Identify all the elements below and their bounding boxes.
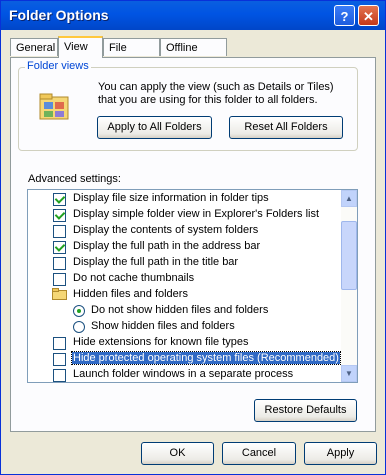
folder-views-description: You can apply the view (such as Details … [98, 81, 334, 106]
checkbox-separate-process[interactable] [53, 369, 66, 382]
title-bar[interactable]: Folder Options ? ✕ [1, 1, 385, 30]
tab-general[interactable]: General [10, 38, 58, 56]
setting-label: Do not cache thumbnails [73, 272, 195, 284]
apply-to-all-folders-button[interactable]: Apply to All Folders [97, 116, 212, 139]
restore-defaults-button[interactable]: Restore Defaults [254, 399, 357, 422]
setting-label: Launch folder windows in a separate proc… [73, 368, 294, 380]
advanced-settings-list[interactable]: Display file size information in folder … [27, 189, 358, 383]
setting-hidden-files-group: Hidden files and folders [28, 287, 342, 303]
reset-all-folders-button[interactable]: Reset All Folders [229, 116, 343, 139]
setting-show-hidden[interactable]: Show hidden files and folders [28, 319, 342, 335]
close-button[interactable]: ✕ [358, 5, 379, 26]
setting-hide-protected-files[interactable]: Hide protected operating system files (R… [28, 351, 342, 367]
help-button[interactable]: ? [334, 5, 355, 26]
checkbox-system-folder-contents[interactable] [53, 225, 66, 238]
radio-show-hidden[interactable] [73, 321, 85, 333]
checkbox-full-path-title-bar[interactable] [53, 257, 66, 270]
window-title: Folder Options [9, 7, 109, 23]
setting-system-folder-contents[interactable]: Display the contents of system folders [28, 223, 342, 239]
setting-do-not-show-hidden[interactable]: Do not show hidden files and folders [28, 303, 342, 319]
folder-views-icon [39, 93, 69, 120]
checkbox-no-cache-thumbnails[interactable] [53, 273, 66, 286]
advanced-settings-label: Advanced settings: [28, 173, 121, 185]
setting-hide-extensions[interactable]: Hide extensions for known file types [28, 335, 342, 351]
setting-label: Display the full path in the title bar [73, 256, 239, 268]
setting-label: Display file size information in folder … [73, 192, 269, 204]
setting-label-highlighted: Hide protected operating system files (R… [71, 351, 341, 365]
folder-views-legend: Folder views [25, 60, 91, 72]
tab-view[interactable]: View [58, 36, 103, 58]
setting-label: Display simple folder view in Explorer's… [73, 208, 320, 220]
setting-label: Show hidden files and folders [91, 320, 235, 332]
setting-label: Do not show hidden files and folders [91, 304, 269, 316]
setting-separate-process[interactable]: Launch folder windows in a separate proc… [28, 367, 342, 382]
ok-button[interactable]: OK [141, 442, 214, 465]
apply-button[interactable]: Apply [304, 442, 377, 465]
setting-file-size-tips[interactable]: Display file size information in folder … [28, 191, 342, 207]
scroll-thumb[interactable] [341, 221, 357, 290]
setting-label: Hide extensions for known file types [73, 336, 249, 348]
scroll-down-icon[interactable]: ▼ [341, 365, 357, 382]
tab-offline-files[interactable]: Offline Files [160, 38, 227, 72]
scroll-up-icon[interactable]: ▲ [341, 190, 357, 207]
radio-do-not-show-hidden[interactable] [73, 305, 85, 317]
setting-label: Hidden files and folders [73, 288, 188, 300]
setting-full-path-address-bar[interactable]: Display the full path in the address bar [28, 239, 342, 255]
checkbox-hide-protected-files[interactable] [53, 353, 66, 366]
setting-no-cache-thumbnails[interactable]: Do not cache thumbnails [28, 271, 342, 287]
checkbox-full-path-address-bar[interactable] [53, 241, 66, 254]
checkbox-simple-folder-view[interactable] [53, 209, 66, 222]
cancel-button[interactable]: Cancel [222, 442, 296, 465]
checkbox-hide-extensions[interactable] [53, 337, 66, 350]
vertical-scrollbar[interactable]: ▲ ▼ [341, 190, 357, 382]
setting-full-path-title-bar[interactable]: Display the full path in the title bar [28, 255, 342, 271]
checkbox-file-size-tips[interactable] [53, 193, 66, 206]
setting-label: Display the contents of system folders [73, 224, 259, 236]
setting-label: Display the full path in the address bar [73, 240, 261, 252]
tab-file-types[interactable]: File Types [103, 38, 160, 72]
folder-icon [52, 288, 67, 300]
setting-simple-folder-view[interactable]: Display simple folder view in Explorer's… [28, 207, 342, 223]
